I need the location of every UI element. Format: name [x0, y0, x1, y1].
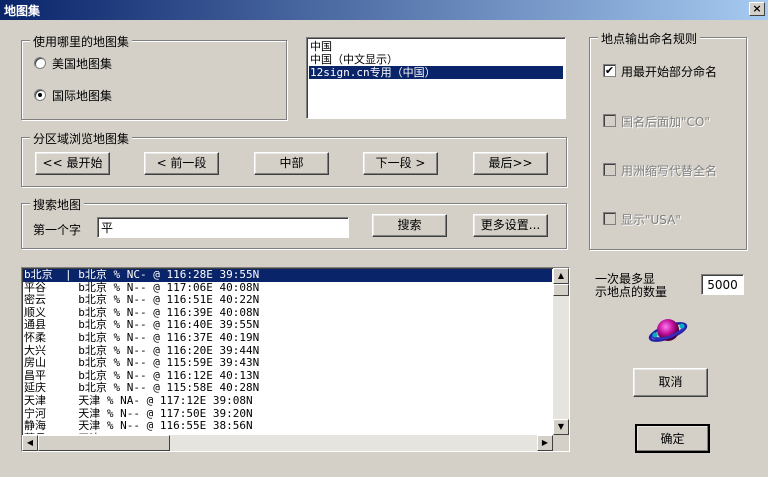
checkbox-continent-abbrev-label: 用洲缩写代替全名 — [621, 164, 718, 178]
result-row[interactable]: 房山 b北京 % N-- @ 115:59E 39:43N — [23, 357, 552, 370]
first-button[interactable]: << 最开始 — [35, 152, 110, 175]
checkbox-continent-abbrev[interactable] — [603, 163, 616, 176]
middle-button[interactable]: 中部 — [254, 152, 329, 175]
results-rows: b北京 | b北京 % NC- @ 116:28E 39:55N 平谷 b北京 % … — [23, 269, 552, 434]
result-row[interactable]: 密云 b北京 % N-- @ 116:51E 40:22N — [23, 294, 552, 307]
scroll-up-icon[interactable]: ▲ — [553, 268, 569, 284]
planet-icon — [648, 319, 688, 342]
result-place-detail: 天津 % N-- @ 116:55E 38:56N — [65, 419, 253, 433]
horizontal-scrollbar[interactable]: ◀ ▶ — [22, 435, 553, 451]
search-group: 搜索地图 第一个字 搜索 更多设置... — [21, 196, 567, 249]
max-places-input[interactable] — [701, 274, 744, 295]
scroll-left-icon[interactable]: ◀ — [22, 435, 38, 451]
result-place-detail: b北京 % N-- @ 115:59E 39:43N — [65, 356, 260, 370]
checkbox-append-co-label: 国名后面加"CO" — [621, 115, 710, 129]
radio-intl-atlas-label[interactable]: 国际地图集 — [52, 87, 112, 104]
result-place-name: b北京 — [24, 269, 53, 281]
title-bar: 地图集 × — [0, 0, 768, 20]
results-list[interactable]: b北京 | b北京 % NC- @ 116:28E 39:55N 平谷 b北京 % … — [21, 267, 570, 452]
search-button[interactable]: 搜索 — [372, 214, 447, 237]
max-places-label-line2: 示地点的数量 — [595, 285, 668, 299]
atlas-list-item-selected[interactable]: 12sign.cn专用（中国） — [309, 66, 563, 79]
search-group-label: 搜索地图 — [30, 196, 85, 213]
result-place-detail: 天津 % NA- @ 117:12E 39:08N — [65, 393, 253, 407]
cancel-button[interactable]: 取消 — [633, 368, 708, 397]
naming-rules-label: 地点输出命名规则 — [598, 30, 701, 47]
result-place-name: 房山 — [24, 356, 46, 370]
atlas-source-label: 使用哪里的地图集 — [30, 33, 133, 50]
checkbox-show-usa[interactable] — [603, 212, 616, 225]
first-char-input[interactable] — [97, 217, 349, 238]
radio-us-atlas-label[interactable]: 美国地图集 — [52, 55, 112, 72]
scrollbar-corner — [553, 435, 569, 451]
result-row[interactable]: 静海 天津 % N-- @ 116:55E 38:56N — [23, 420, 552, 433]
scroll-down-icon[interactable]: ▼ — [553, 419, 569, 435]
result-place-name: 天津 — [24, 393, 46, 407]
window-title: 地图集 — [4, 4, 41, 18]
checkbox-use-first-part[interactable]: ✔ — [603, 64, 616, 77]
result-place-detail: b北京 % N-- @ 116:37E 40:19N — [65, 330, 260, 344]
result-place-detail: 天津 % N-- @ 117:24E 40:03N — [65, 432, 252, 434]
browse-group: 分区域浏览地图集 << 最开始 < 前一段 中部 下一段 > 最后>> — [21, 130, 567, 187]
atlas-list-item[interactable]: 中国（中文显示） — [309, 53, 563, 66]
result-place-name: 蓟县 — [23, 432, 65, 434]
result-row[interactable]: b北京 | b北京 % NC- @ 116:28E 39:55N — [23, 269, 552, 282]
radio-intl-atlas[interactable] — [34, 89, 46, 101]
vertical-scroll-thumb[interactable] — [553, 284, 569, 296]
atlas-list[interactable]: 中国 中国（中文显示） 12sign.cn专用（中国） — [306, 37, 566, 119]
result-place-name: 静海 — [24, 419, 46, 433]
result-place-detail: b北京 % N-- @ 116:51E 40:22N — [65, 293, 260, 307]
checkbox-use-first-part-label[interactable]: 用最开始部分命名 — [621, 63, 717, 80]
result-place-name: 怀柔 — [24, 330, 46, 344]
browse-group-label: 分区域浏览地图集 — [30, 130, 133, 147]
more-settings-button[interactable]: 更多设置... — [473, 214, 548, 237]
result-row[interactable]: 天津 天津 % NA- @ 117:12E 39:08N — [23, 393, 552, 408]
atlas-list-item[interactable]: 中国 — [309, 40, 563, 53]
result-row[interactable]: 蓟县 天津 % N-- @ 117:24E 40:03N — [23, 432, 552, 434]
checkbox-show-usa-label: 显示"USA" — [621, 213, 681, 227]
scroll-right-icon[interactable]: ▶ — [537, 435, 553, 451]
atlas-source-group: 使用哪里的地图集 美国地图集 国际地图集 — [21, 33, 287, 120]
last-button[interactable]: 最后>> — [473, 152, 548, 175]
next-button[interactable]: 下一段 > — [363, 152, 438, 175]
result-row[interactable]: 怀柔 b北京 % N-- @ 116:37E 40:19N — [23, 330, 552, 345]
radio-us-atlas[interactable] — [34, 57, 46, 69]
result-place-name: 密云 — [24, 293, 46, 307]
vertical-scrollbar[interactable]: ▲ ▼ — [553, 268, 569, 435]
close-icon[interactable]: × — [749, 2, 765, 16]
checkbox-append-co[interactable] — [603, 114, 616, 127]
first-char-label: 第一个字 — [33, 223, 82, 237]
naming-rules-group: 地点输出命名规则 ✔ 用最开始部分命名 国名后面加"CO" 用洲缩写代替全名 显… — [589, 30, 747, 250]
ok-button[interactable]: 确定 — [635, 424, 710, 453]
previous-button[interactable]: < 前一段 — [144, 152, 219, 175]
horizontal-scroll-thumb[interactable] — [38, 435, 170, 451]
result-place-detail: | b北京 % NC- @ 116:28E 39:55N — [65, 269, 260, 281]
